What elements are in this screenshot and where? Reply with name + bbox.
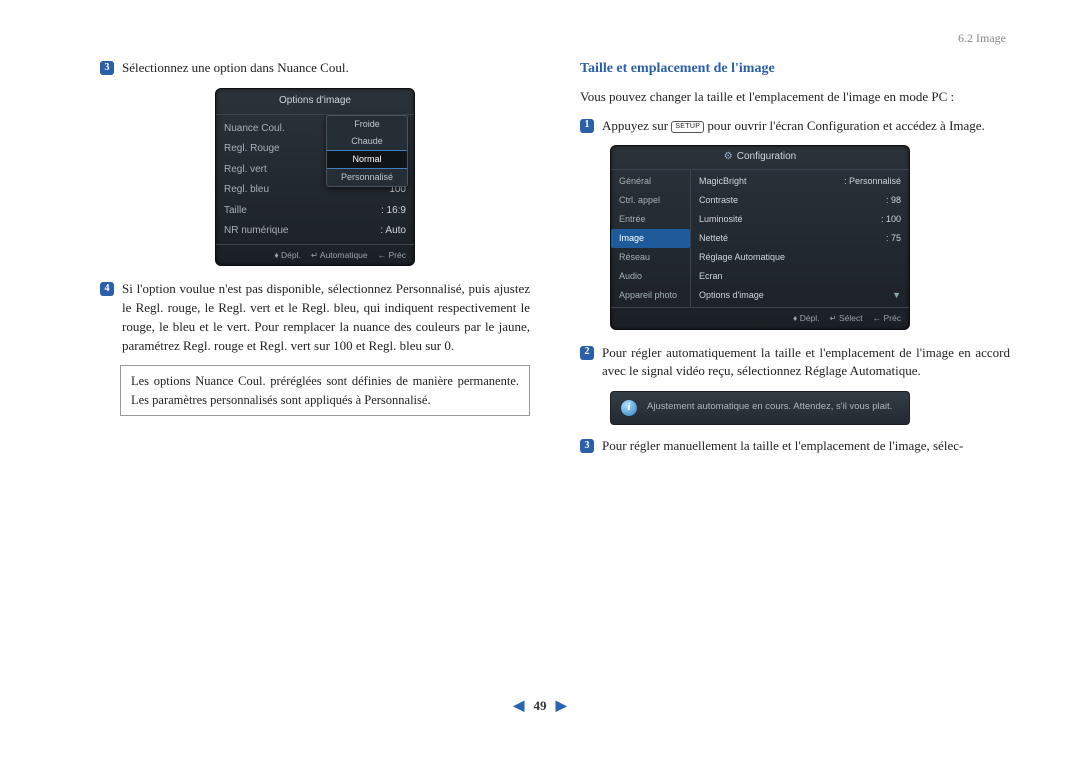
dropdown-opt-personnalise: Personnalisé — [327, 169, 407, 186]
main-lum-l: Luminosité — [699, 213, 743, 226]
main-magicbright-l: MagicBright — [699, 175, 747, 188]
step-2r-text: Pour régler automatiquement la taille et… — [602, 344, 1010, 382]
next-page-arrow[interactable]: ▶ — [550, 699, 573, 714]
main-magicbright-v: : Personnalisé — [844, 175, 901, 188]
osd2-sidebar: Général Ctrl. appel Entrée Image Réseau … — [611, 170, 691, 307]
dropdown-opt-chaude: Chaude — [327, 133, 407, 150]
osd-row-vert: Regl. vert — [224, 163, 267, 178]
osd-footer-move: ♦ Dépl. — [274, 249, 301, 261]
osd-row-nr-val: : Auto — [380, 224, 406, 239]
osd2-footer-move: ♦ Dépl. — [793, 312, 820, 324]
dropdown-opt-normal: Normal — [327, 150, 407, 169]
osd-row-nuance: Nuance Coul. — [224, 122, 285, 137]
gear-icon — [724, 150, 733, 165]
prev-page-arrow[interactable]: ◀ — [507, 699, 530, 714]
main-options: Options d'image — [699, 289, 764, 302]
step-1r-badge: 1 — [580, 119, 594, 133]
main-nettete-v: : 75 — [886, 232, 901, 245]
main-ecran: Ecran — [699, 270, 723, 283]
pager: ◀ 49 ▶ — [0, 697, 1080, 717]
dropdown-opt-froide: Froide — [327, 116, 407, 133]
sidebar-entree: Entrée — [611, 210, 690, 229]
step-3-text: Sélectionnez une option dans Nuance Coul… — [122, 59, 530, 78]
arrow-down-icon: ▼ — [892, 289, 901, 302]
osd2-main: MagicBright: Personnalisé Contraste: 98 … — [691, 170, 909, 307]
setup-key: SETUP — [671, 121, 704, 133]
sidebar-image: Image — [611, 229, 690, 248]
osd-dropdown: Froide Chaude Normal Personnalisé — [326, 115, 408, 187]
main-lum-v: : 100 — [881, 213, 901, 226]
sidebar-general: Général — [611, 172, 690, 191]
section-title: Taille et emplacement de l'image — [580, 59, 1010, 79]
main-contraste-l: Contraste — [699, 194, 738, 207]
osd-row-rouge: Regl. Rouge — [224, 142, 280, 157]
step-4-badge: 4 — [100, 282, 114, 296]
main-contraste-v: : 98 — [886, 194, 901, 207]
osd-row-nr-label: NR numérique — [224, 224, 288, 239]
osd-configuration: Configuration Général Ctrl. appel Entrée… — [610, 145, 910, 329]
osd-row-bleu-label: Regl. bleu — [224, 183, 269, 198]
sidebar-ctrl: Ctrl. appel — [611, 191, 690, 210]
info-icon: i — [621, 400, 637, 416]
sidebar-reseau: Réseau — [611, 248, 690, 267]
osd-row-taille-val: : 16:9 — [381, 204, 406, 219]
step-3r-text: Pour régler manuellement la taille et l'… — [602, 437, 1010, 456]
step-3-badge: 3 — [100, 61, 114, 75]
page-number: 49 — [534, 698, 547, 713]
sidebar-appareil: Appareil photo — [611, 286, 690, 305]
step-2r-badge: 2 — [580, 346, 594, 360]
osd-title: Options d'image — [216, 89, 414, 115]
osd-footer-back: ← Préc — [378, 249, 406, 261]
section-header: 6.2 Image — [100, 30, 1010, 47]
info-text: Ajustement automatique en cours. Attende… — [647, 400, 892, 414]
step-3r-badge: 3 — [580, 439, 594, 453]
main-nettete-l: Netteté — [699, 232, 728, 245]
main-reglage-auto: Réglage Automatique — [699, 251, 785, 264]
step-1r-text: Appuyez sur SETUP pour ouvrir l'écran Co… — [602, 117, 1010, 136]
info-box: i Ajustement automatique en cours. Atten… — [610, 391, 910, 425]
step-4-text: Si l'option voulue n'est pas disponible,… — [122, 280, 530, 355]
osd2-footer-select: ↵ Sélect — [830, 312, 863, 324]
osd2-title: Configuration — [611, 146, 909, 170]
note-box: Les options Nuance Coul. préréglées sont… — [120, 365, 530, 415]
intro-paragraph: Vous pouvez changer la taille et l'empla… — [580, 88, 1010, 107]
osd-options-image: Options d'image Nuance Coul. Regl. Rouge… — [215, 88, 415, 266]
sidebar-audio: Audio — [611, 267, 690, 286]
osd-footer-auto: ↵ Automatique — [311, 249, 368, 261]
osd2-footer-back: ← Préc — [873, 312, 901, 324]
osd-row-taille-label: Taille — [224, 204, 247, 219]
